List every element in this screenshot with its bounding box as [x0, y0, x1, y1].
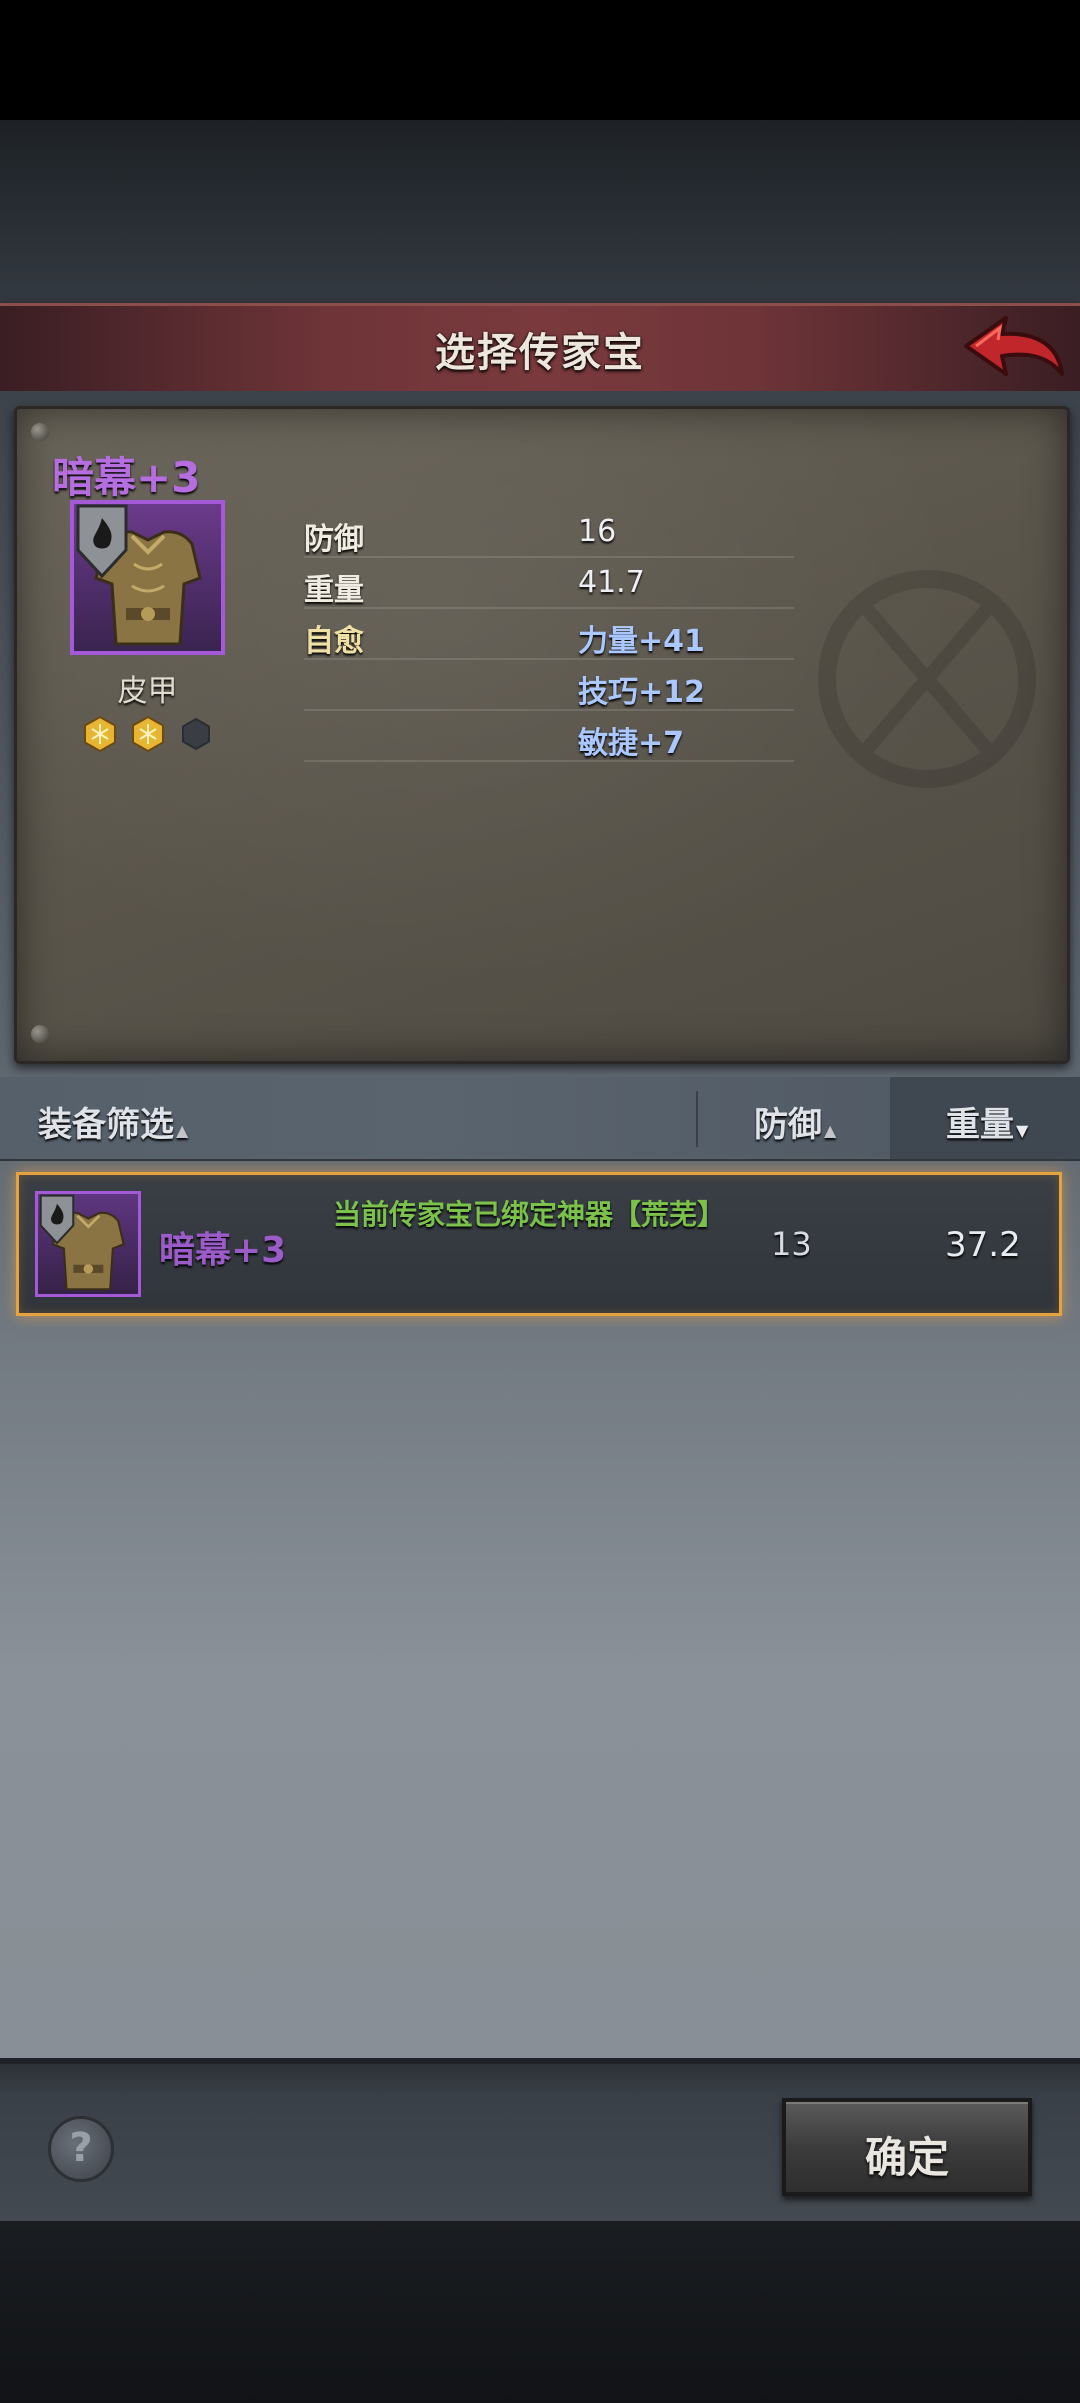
- stat-row-weight: 重量 41.7: [304, 557, 794, 609]
- equip-filter-label: 装备筛选: [38, 1105, 174, 1145]
- item-name: 暗幕+3: [52, 453, 201, 502]
- row-weight-value: 37.2: [945, 1225, 1021, 1265]
- stat-value: 41.7: [578, 565, 645, 600]
- help-button[interactable]: ?: [48, 2116, 114, 2182]
- triangle-up-icon: ▲: [176, 1121, 189, 1140]
- confirm-label: 确定: [864, 2133, 949, 2182]
- item-type: 皮甲: [117, 674, 178, 709]
- row-item-name: 暗幕+3: [159, 1230, 287, 1271]
- top-band: [0, 120, 1080, 303]
- stat-value: 16: [578, 514, 617, 549]
- stat-row-bonus: 敏捷+7: [304, 710, 794, 762]
- page-title: 选择传家宝: [435, 330, 645, 376]
- confirm-button[interactable]: 确定: [782, 2098, 1032, 2196]
- sort-defense-button[interactable]: 防御 ▲: [754, 1097, 836, 1146]
- screen: 选择传家宝 暗幕+3 皮甲 防御 16 重量 41.7 自愈 力量+41 技巧+…: [0, 0, 1080, 2403]
- rivet: [31, 1025, 49, 1043]
- stat-label: 防御: [304, 522, 364, 557]
- stat-row-bonus: 技巧+12: [304, 659, 794, 711]
- row-bound-note: 当前传家宝已绑定神器【荒芜】: [333, 1198, 726, 1231]
- back-arrow-icon[interactable]: [962, 312, 1066, 386]
- item-portrait: [70, 500, 225, 655]
- fire-shield-icon: [39, 1194, 75, 1245]
- gem-slot-filled-icon: [132, 716, 164, 752]
- gem-slot-empty-icon: [182, 717, 210, 751]
- sort-defense-label: 防御: [754, 1105, 822, 1145]
- stat-label: 重量: [304, 573, 364, 608]
- triangle-up-icon: ▲: [824, 1121, 837, 1140]
- stat-label: 自愈: [304, 624, 364, 659]
- stat-value: 技巧+12: [578, 675, 705, 710]
- row-item-thumbnail: [35, 1191, 141, 1297]
- row-defense-value: 13: [771, 1225, 812, 1263]
- header-bar: 选择传家宝: [0, 303, 1080, 398]
- sort-weight-label: 重量: [946, 1105, 1014, 1145]
- fire-shield-icon: [76, 504, 128, 579]
- gem-slot-filled-icon: [84, 716, 116, 752]
- rivet: [31, 423, 49, 441]
- filter-sort-bar: 装备筛选 ▲ 防御 ▲ 重量 ▼: [0, 1077, 1080, 1161]
- triangle-down-icon: ▼: [1016, 1121, 1029, 1140]
- divider: [696, 1091, 698, 1147]
- equip-filter-button[interactable]: 装备筛选 ▲: [38, 1097, 188, 1146]
- bottom-band: [0, 2221, 1080, 2403]
- stat-row-self-heal: 自愈 力量+41: [304, 608, 794, 660]
- stat-value: 力量+41: [578, 624, 705, 659]
- emblem-watermark-icon: [818, 570, 1036, 788]
- stat-value: 敏捷+7: [578, 726, 685, 761]
- sort-weight-button[interactable]: 重量 ▼: [946, 1097, 1028, 1146]
- equipment-list-item[interactable]: 暗幕+3 当前传家宝已绑定神器【荒芜】 13 37.2: [16, 1172, 1062, 1316]
- stat-row-defense: 防御 16: [304, 506, 794, 558]
